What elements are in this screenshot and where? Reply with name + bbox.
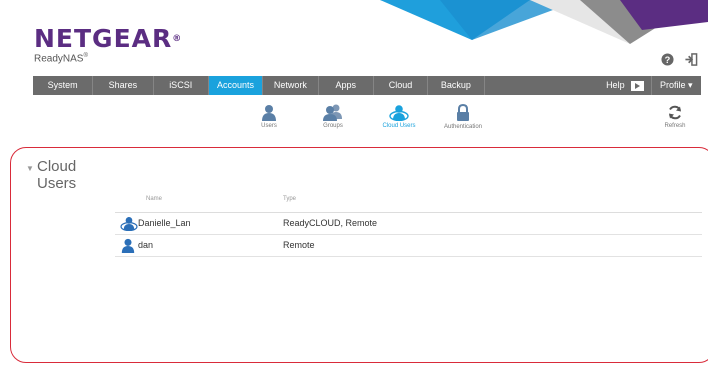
brand-name: NETGEAR® [34, 24, 183, 53]
group-icon [323, 104, 342, 121]
section-title-line1: Cloud [37, 158, 77, 175]
table-header: Name Type [115, 188, 702, 213]
subnav-authentication[interactable]: Authentication [428, 104, 498, 130]
product-name: ReadyNAS® [34, 53, 88, 65]
cloud-user-icon [120, 217, 138, 231]
subnav-authentication-label: Authentication [443, 124, 483, 130]
help-video-icon [630, 80, 644, 91]
accounts-subnav: Users Groups Cloud Users Authentication [0, 104, 708, 140]
help-label: Help [606, 80, 625, 90]
row-type: Remote [283, 240, 315, 250]
subnav-cloud-users[interactable]: Cloud Users [364, 104, 434, 129]
subnav-groups[interactable]: Groups [298, 104, 368, 129]
subnav-groups-label: Groups [323, 123, 343, 129]
header-banner-graphic [380, 0, 708, 44]
tab-backup[interactable]: Backup [428, 76, 485, 95]
section-toggle[interactable]: ▼ Cloud Users [26, 158, 77, 192]
tab-shares[interactable]: Shares [93, 76, 154, 95]
refresh-label: Refresh [664, 123, 686, 129]
cloud-user-icon [389, 105, 409, 121]
subnav-cloud-users-label: Cloud Users [382, 123, 416, 129]
tab-cloud[interactable]: Cloud [374, 76, 429, 95]
user-icon [262, 105, 276, 121]
collapse-arrow-icon: ▼ [26, 164, 34, 173]
row-type: ReadyCLOUD, Remote [283, 218, 378, 228]
column-header-type[interactable]: Type [283, 196, 296, 202]
tab-system[interactable]: System [33, 76, 94, 95]
svg-text:?: ? [665, 55, 671, 65]
table-row[interactable]: dan Remote [115, 235, 702, 257]
section-title-line2: Users [37, 175, 77, 192]
tab-network[interactable]: Network [263, 76, 319, 95]
tab-accounts[interactable]: Accounts [208, 76, 264, 95]
main-nav: System Shares iSCSI Accounts Network App… [33, 76, 701, 95]
tab-apps[interactable]: Apps [319, 76, 374, 95]
user-icon [121, 238, 135, 253]
profile-menu[interactable]: Profile ▾ [652, 76, 701, 95]
tab-iscsi[interactable]: iSCSI [154, 76, 209, 95]
row-name: Danielle_Lan [138, 218, 191, 228]
netgear-logo: NETGEAR® ReadyNAS® [34, 24, 183, 65]
help-button[interactable]: Help [485, 76, 652, 95]
cloud-users-table: Name Type Danielle_Lan ReadyCLOUD, Remot… [115, 188, 702, 257]
subnav-users[interactable]: Users [234, 104, 304, 129]
lock-icon [457, 104, 469, 121]
column-header-name[interactable]: Name [146, 196, 162, 202]
logout-icon[interactable] [684, 53, 698, 66]
refresh-button[interactable]: Refresh [640, 104, 708, 129]
help-circle-icon[interactable]: ? [661, 53, 674, 66]
table-row[interactable]: Danielle_Lan ReadyCLOUD, Remote [115, 213, 702, 235]
subnav-users-label: Users [261, 123, 277, 129]
refresh-icon [669, 105, 681, 120]
row-name: dan [138, 240, 154, 250]
